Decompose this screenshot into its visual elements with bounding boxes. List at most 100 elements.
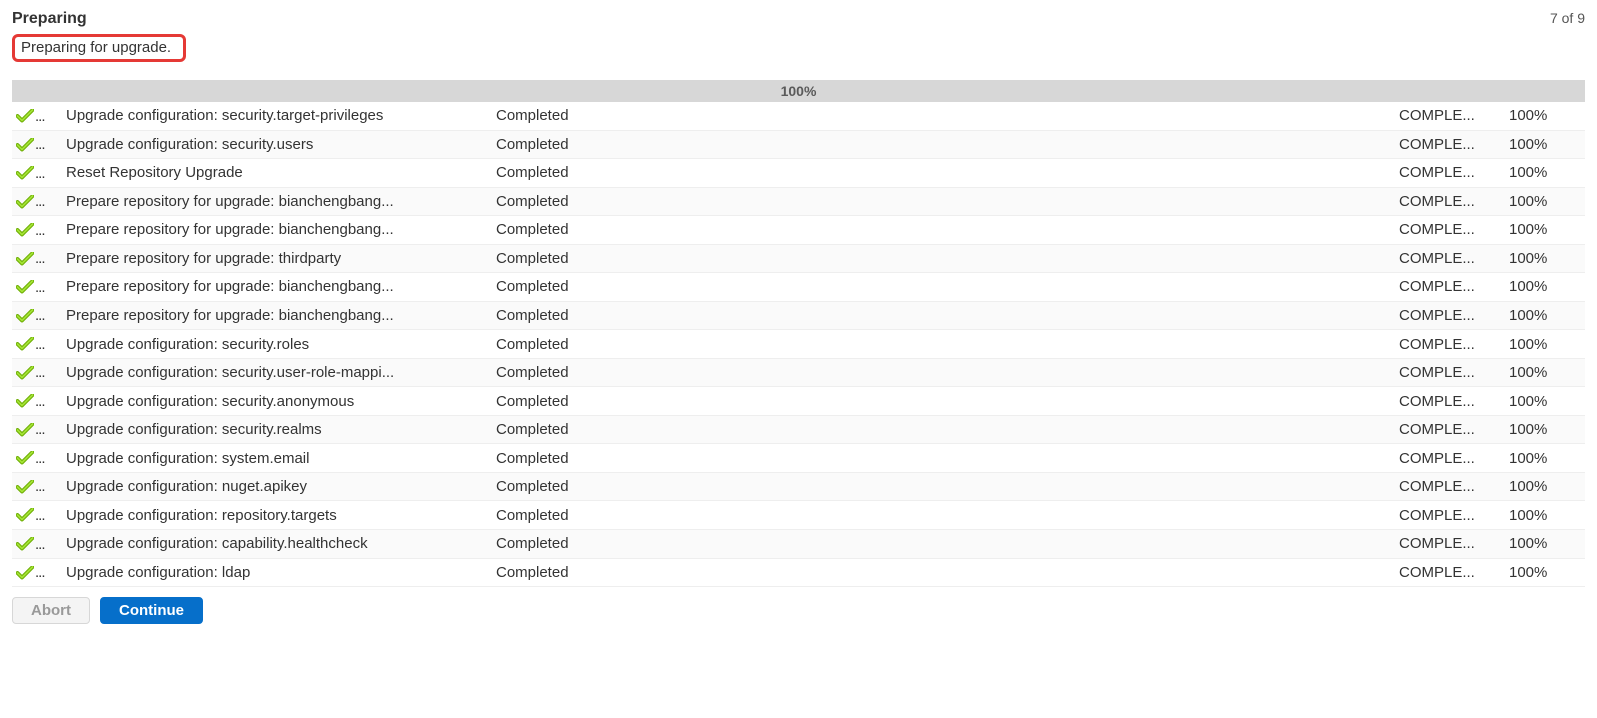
task-message: Completed bbox=[492, 244, 1395, 273]
task-status-cell: ... bbox=[12, 244, 62, 273]
task-state: COMPLE... bbox=[1395, 472, 1505, 501]
task-name: Upgrade configuration: security.user-rol… bbox=[62, 358, 492, 387]
task-state: COMPLE... bbox=[1395, 501, 1505, 530]
ellipsis-icon: ... bbox=[35, 478, 45, 495]
task-state: COMPLE... bbox=[1395, 387, 1505, 416]
task-percent: 100% bbox=[1505, 387, 1585, 416]
task-state: COMPLE... bbox=[1395, 529, 1505, 558]
task-name: Upgrade configuration: capability.health… bbox=[62, 529, 492, 558]
task-message: Completed bbox=[492, 130, 1395, 159]
success-check-icon bbox=[16, 309, 34, 323]
task-status-cell: ... bbox=[12, 358, 62, 387]
abort-button[interactable]: Abort bbox=[12, 597, 90, 624]
header-row: Preparing 7 of 9 bbox=[12, 10, 1585, 28]
task-message: Completed bbox=[492, 187, 1395, 216]
task-percent: 100% bbox=[1505, 529, 1585, 558]
task-row[interactable]: ... Upgrade configuration: capability.hea… bbox=[12, 529, 1585, 558]
tasks-table: ...Upgrade configuration: security.targe… bbox=[12, 102, 1585, 587]
success-check-icon bbox=[16, 394, 34, 408]
page-title: Preparing bbox=[12, 10, 87, 28]
success-check-icon bbox=[16, 480, 34, 494]
task-percent: 100% bbox=[1505, 159, 1585, 188]
task-status-cell: ... bbox=[12, 159, 62, 188]
task-status-cell: ... bbox=[12, 415, 62, 444]
task-message: Completed bbox=[492, 330, 1395, 359]
task-message: Completed bbox=[492, 159, 1395, 188]
task-state: COMPLE... bbox=[1395, 330, 1505, 359]
task-row[interactable]: ...Prepare repository for upgrade: bianc… bbox=[12, 187, 1585, 216]
task-state: COMPLE... bbox=[1395, 558, 1505, 587]
task-name: Upgrade configuration: security.roles bbox=[62, 330, 492, 359]
task-row[interactable]: ... Upgrade configuration: security.roles… bbox=[12, 330, 1585, 359]
task-status-cell: ... bbox=[12, 216, 62, 245]
task-status-cell: ... bbox=[12, 472, 62, 501]
progress-bar: 100% bbox=[12, 80, 1585, 102]
task-message: Completed bbox=[492, 501, 1395, 530]
task-percent: 100% bbox=[1505, 444, 1585, 473]
success-check-icon bbox=[16, 451, 34, 465]
ellipsis-icon: ... bbox=[35, 364, 45, 381]
task-state: COMPLE... bbox=[1395, 273, 1505, 302]
task-status-cell: ... bbox=[12, 444, 62, 473]
task-message: Completed bbox=[492, 415, 1395, 444]
task-name: Reset Repository Upgrade bbox=[62, 159, 492, 188]
task-percent: 100% bbox=[1505, 130, 1585, 159]
task-row[interactable]: ... Reset Repository UpgradeCompletedCOMP… bbox=[12, 159, 1585, 188]
task-row[interactable]: ... Prepare repository for upgrade: bianc… bbox=[12, 301, 1585, 330]
task-status-cell: ... bbox=[12, 330, 62, 359]
task-message: Completed bbox=[492, 102, 1395, 130]
success-check-icon bbox=[16, 508, 34, 522]
task-message: Completed bbox=[492, 358, 1395, 387]
task-percent: 100% bbox=[1505, 358, 1585, 387]
task-state: COMPLE... bbox=[1395, 159, 1505, 188]
task-percent: 100% bbox=[1505, 472, 1585, 501]
success-check-icon bbox=[16, 337, 34, 351]
subtitle-row: Preparing for upgrade. bbox=[12, 34, 1585, 62]
task-row[interactable]: ...Upgrade configuration: system.emailCo… bbox=[12, 444, 1585, 473]
task-name: Prepare repository for upgrade: thirdpar… bbox=[62, 244, 492, 273]
task-status-cell: ... bbox=[12, 529, 62, 558]
task-row[interactable]: ...Upgrade configuration: security.anony… bbox=[12, 387, 1585, 416]
success-check-icon bbox=[16, 280, 34, 294]
task-percent: 100% bbox=[1505, 187, 1585, 216]
task-percent: 100% bbox=[1505, 501, 1585, 530]
ellipsis-icon: ... bbox=[35, 564, 45, 581]
task-percent: 100% bbox=[1505, 415, 1585, 444]
subtitle-highlight: Preparing for upgrade. bbox=[12, 34, 186, 62]
ellipsis-icon: ... bbox=[35, 421, 45, 438]
task-row[interactable]: ...Upgrade configuration: nuget.apikeyCo… bbox=[12, 472, 1585, 501]
task-status-cell: ... bbox=[12, 273, 62, 302]
task-row[interactable]: ...Upgrade configuration: security.targe… bbox=[12, 102, 1585, 130]
task-row[interactable]: ...Upgrade configuration: security.realm… bbox=[12, 415, 1585, 444]
ellipsis-icon: ... bbox=[35, 307, 45, 324]
task-percent: 100% bbox=[1505, 244, 1585, 273]
step-counter: 7 of 9 bbox=[1550, 10, 1585, 26]
task-name: Upgrade configuration: security.users bbox=[62, 130, 492, 159]
task-row[interactable]: ...Upgrade configuration: repository.tar… bbox=[12, 501, 1585, 530]
ellipsis-icon: ... bbox=[35, 165, 45, 182]
task-name: Prepare repository for upgrade: bianchen… bbox=[62, 301, 492, 330]
task-message: Completed bbox=[492, 558, 1395, 587]
task-row[interactable]: ...Prepare repository for upgrade: bianc… bbox=[12, 273, 1585, 302]
task-row[interactable]: ...Prepare repository for upgrade: bianc… bbox=[12, 216, 1585, 245]
ellipsis-icon: ... bbox=[35, 193, 45, 210]
progress-wrap: 100% ...Upgrade configuration: security.… bbox=[12, 80, 1585, 587]
task-status-cell: ... bbox=[12, 102, 62, 130]
success-check-icon bbox=[16, 537, 34, 551]
task-state: COMPLE... bbox=[1395, 187, 1505, 216]
task-state: COMPLE... bbox=[1395, 244, 1505, 273]
task-name: Upgrade configuration: security.target-p… bbox=[62, 102, 492, 130]
success-check-icon bbox=[16, 166, 34, 180]
task-status-cell: ... bbox=[12, 130, 62, 159]
task-status-cell: ... bbox=[12, 558, 62, 587]
task-row[interactable]: ...Prepare repository for upgrade: third… bbox=[12, 244, 1585, 273]
task-status-cell: ... bbox=[12, 187, 62, 216]
task-state: COMPLE... bbox=[1395, 358, 1505, 387]
task-row[interactable]: ...Upgrade configuration: security.users… bbox=[12, 130, 1585, 159]
task-row[interactable]: ...Upgrade configuration: ldapCompletedC… bbox=[12, 558, 1585, 587]
task-row[interactable]: ... Upgrade configuration: security.user-… bbox=[12, 358, 1585, 387]
task-message: Completed bbox=[492, 444, 1395, 473]
ellipsis-icon: ... bbox=[35, 536, 45, 553]
ellipsis-icon: ... bbox=[35, 336, 45, 353]
continue-button[interactable]: Continue bbox=[100, 597, 203, 624]
